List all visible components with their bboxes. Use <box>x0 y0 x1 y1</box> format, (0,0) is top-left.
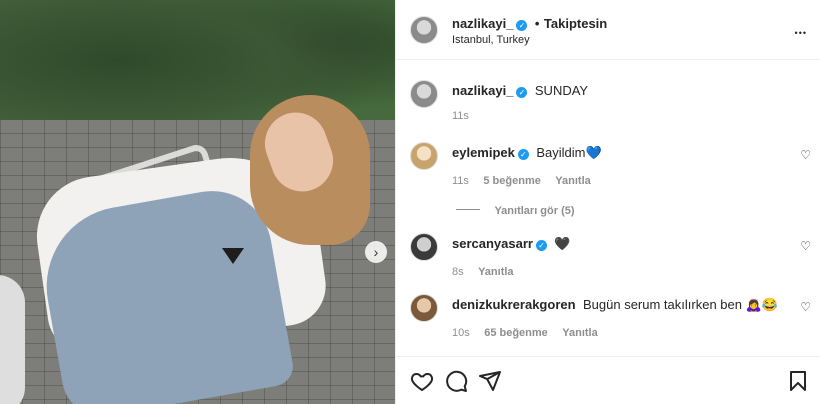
heart-icon: ♡ <box>800 239 811 253</box>
avatar[interactable] <box>410 80 438 108</box>
comment-username[interactable]: eylemipek <box>452 145 515 160</box>
comment-text: Bayildim💙 <box>536 145 602 160</box>
heart-icon: ♡ <box>800 148 811 162</box>
next-photo-button[interactable]: › <box>365 241 387 263</box>
send-icon <box>479 371 501 391</box>
avatar[interactable] <box>410 294 438 322</box>
view-replies[interactable]: Yanıtları gör (5) <box>456 201 575 219</box>
comment-line: denizkukrerakgoren Bugün serum takılırke… <box>452 296 778 314</box>
comment-icon <box>446 370 468 392</box>
comment-button[interactable] <box>444 369 468 393</box>
like-button[interactable] <box>410 369 434 393</box>
header-title: nazlikayi_ ✓ • Takiptesin <box>452 15 607 33</box>
bookmark-icon <box>790 371 806 391</box>
share-button[interactable] <box>478 369 502 393</box>
post-actions <box>396 356 820 404</box>
verified-icon: ✓ <box>535 240 547 251</box>
reply-button[interactable]: Yanıtla <box>555 175 590 187</box>
post-side-panel: nazlikayi_ ✓ • Takiptesin Istanbul, Turke… <box>395 0 820 404</box>
chevron-right-icon: › <box>373 244 379 260</box>
like-comment-button[interactable]: ♡ <box>800 148 811 162</box>
more-options-button[interactable]: ••• <box>795 20 807 41</box>
comment-username[interactable]: sercanyasarr <box>452 236 533 251</box>
caption-line: nazlikayi_ ✓ SUNDAY <box>452 82 588 100</box>
like-comment-button[interactable]: ♡ <box>800 300 811 314</box>
avatar[interactable] <box>410 233 438 261</box>
follow-button[interactable]: Takiptesin <box>544 16 607 31</box>
comment-username[interactable]: denizkukrerakgoren <box>452 297 576 312</box>
comment-item: denizkukrerakgoren Bugün serum takılırke… <box>396 294 820 344</box>
heart-icon <box>410 372 434 392</box>
avatar[interactable] <box>410 142 438 170</box>
comment-text: Bugün serum takılırken ben 🙇‍♀️😂 <box>583 297 778 312</box>
caption: nazlikayi_ ✓ SUNDAY 11s <box>396 80 820 130</box>
avatar[interactable] <box>410 16 438 44</box>
comment-time[interactable]: 11s <box>452 175 469 187</box>
reply-button[interactable]: Yanıtla <box>562 327 597 339</box>
caption-time[interactable]: 11s <box>452 110 469 122</box>
comment-time[interactable]: 8s <box>452 266 464 278</box>
post-header: nazlikayi_ ✓ • Takiptesin Istanbul, Turke… <box>396 0 820 60</box>
like-comment-button[interactable]: ♡ <box>800 239 811 253</box>
caption-username[interactable]: nazlikayi_ <box>452 83 513 98</box>
caption-text: SUNDAY <box>534 83 589 98</box>
comment-likes[interactable]: 5 beğenme <box>483 175 540 187</box>
comment-likes[interactable]: 65 beğenme <box>484 327 548 339</box>
replies-divider <box>456 209 480 211</box>
save-button[interactable] <box>786 369 810 393</box>
more-icon: ••• <box>794 28 807 38</box>
dot-separator: • <box>534 16 540 31</box>
comment-text: 🖤 <box>554 236 571 251</box>
comment-time[interactable]: 10s <box>452 327 470 339</box>
heart-icon: ♡ <box>800 300 811 314</box>
verified-icon: ✓ <box>516 87 528 98</box>
view-replies-label[interactable]: Yanıtları gör (5) <box>494 205 574 217</box>
comment-line: eylemipek ✓ Bayildim💙 <box>452 144 602 162</box>
comment-meta: 10s 65 beğenme Yanıtla <box>452 323 598 341</box>
reply-button[interactable]: Yanıtla <box>478 266 513 278</box>
verified-icon: ✓ <box>517 149 529 160</box>
comment-line: sercanyasarr ✓ 🖤 <box>452 235 571 253</box>
comment-item: sercanyasarr ✓ 🖤 8s Yanıtla ♡ <box>396 233 820 278</box>
verified-icon: ✓ <box>516 20 528 31</box>
header-username[interactable]: nazlikayi_ <box>452 16 513 31</box>
comment-item: eylemipek ✓ Bayildim💙 11s 5 beğenme Yanıt… <box>396 142 820 222</box>
comment-meta: 11s 5 beğenme Yanıtla <box>452 171 591 189</box>
comment-meta: 8s Yanıtla <box>452 262 514 280</box>
post-photo: › <box>0 0 395 404</box>
location-link[interactable]: Istanbul, Turkey <box>452 34 530 46</box>
table <box>0 275 25 404</box>
